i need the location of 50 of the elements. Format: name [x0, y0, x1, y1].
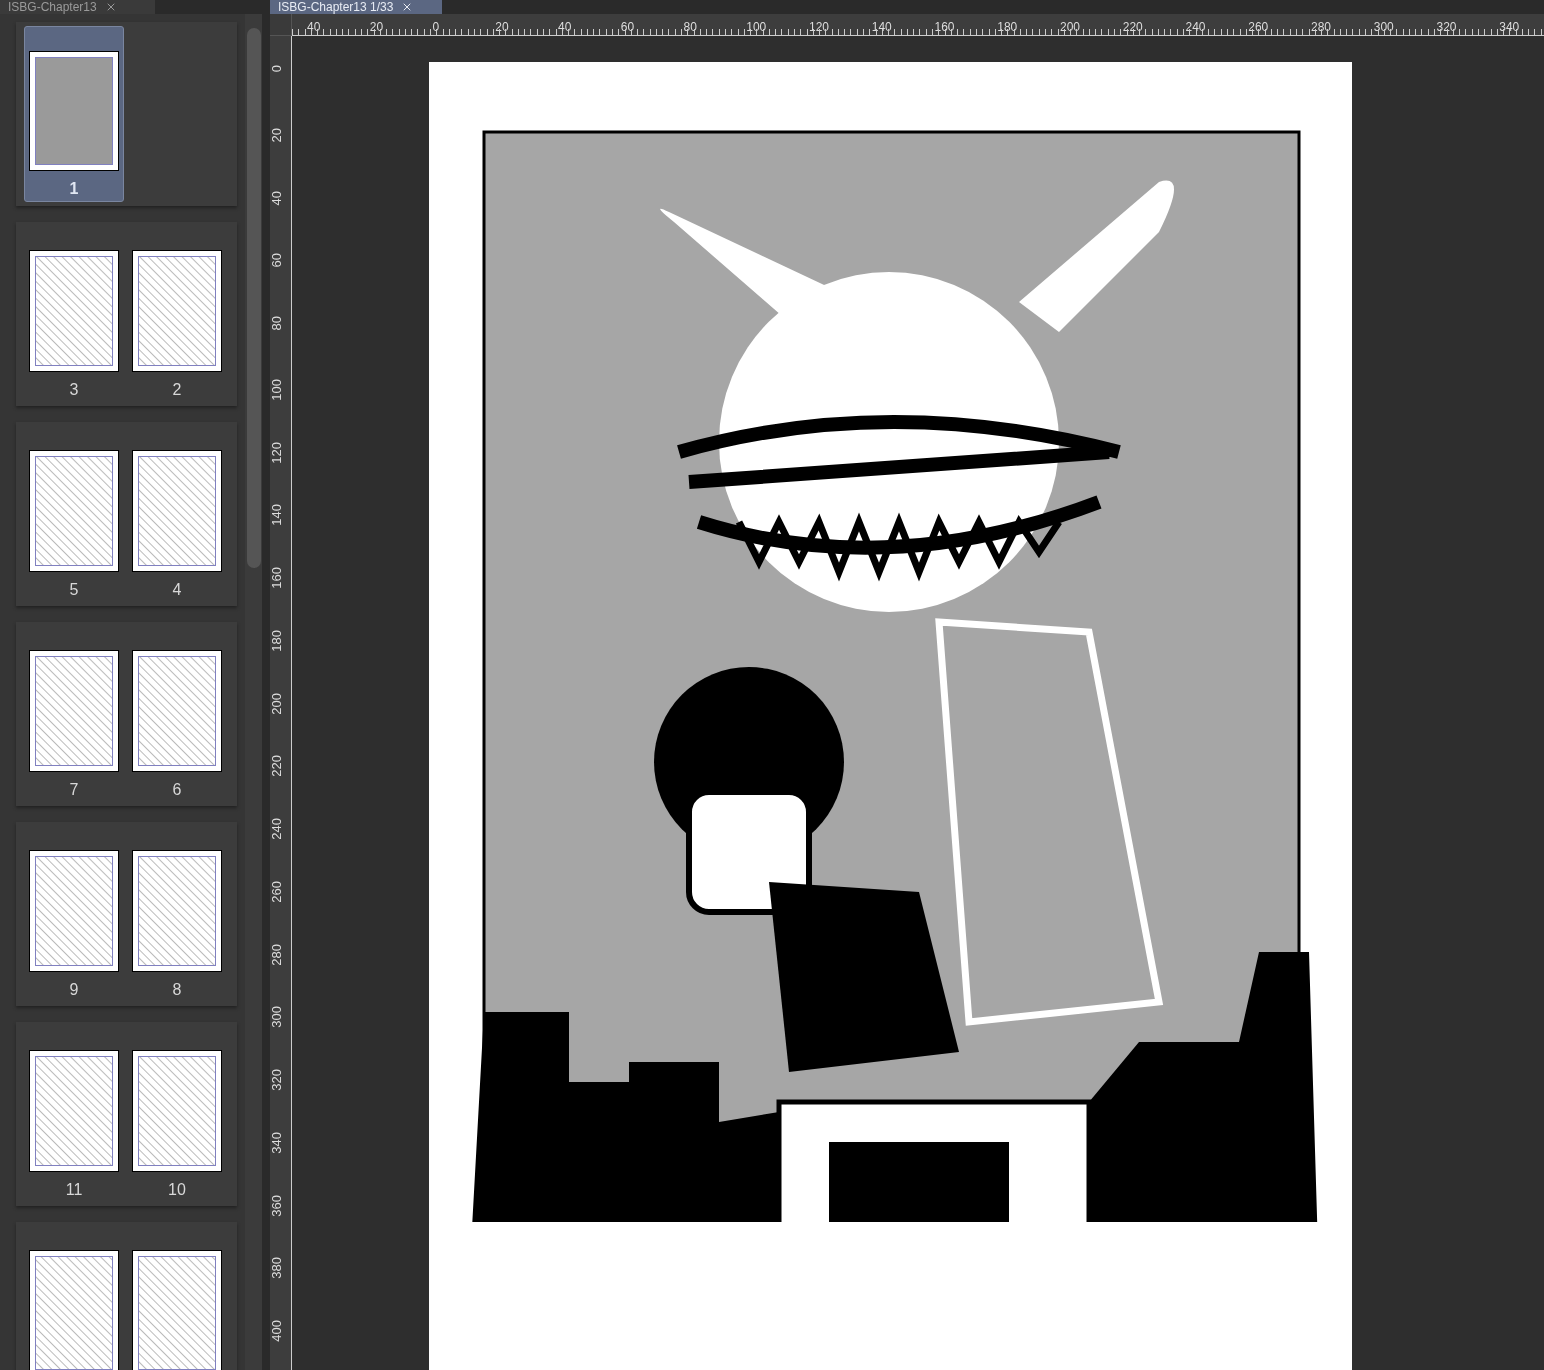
ruler-label: 80 — [270, 316, 283, 331]
ruler-label: 140 — [270, 504, 283, 526]
ruler-label: 100 — [270, 378, 283, 401]
page-number: 10 — [168, 1180, 186, 1200]
scrollbar[interactable] — [245, 14, 262, 1370]
ruler-label: 220 — [270, 755, 283, 777]
ruler-label: 360 — [270, 1194, 283, 1217]
ruler-label: 300 — [270, 1006, 283, 1028]
ruler-label: 40 — [270, 190, 283, 205]
ruler-label: 80 — [683, 20, 697, 34]
document-tab[interactable]: ISBG-Chapter13 — [0, 0, 155, 14]
page-thumbnail-card[interactable]: 7 — [24, 626, 124, 802]
page-number: 1 — [69, 179, 79, 199]
ruler-label: 140 — [871, 20, 892, 34]
page-number: 5 — [69, 580, 79, 600]
page-thumbnail-card[interactable]: 11 — [24, 1026, 124, 1202]
page-number: 9 — [69, 980, 79, 1000]
page-number: 11 — [65, 1180, 83, 1200]
page-thumbnail-card[interactable]: 10 — [127, 1026, 227, 1202]
page-thumbnail-card[interactable]: 5 — [24, 426, 124, 602]
page-thumbnail-card[interactable]: 6 — [127, 626, 227, 802]
ruler-label: 280 — [270, 943, 283, 966]
ruler-label: 200 — [270, 692, 283, 715]
ruler-label: 260 — [270, 880, 283, 903]
page-thumbnail-card[interactable]: 3 — [24, 226, 124, 402]
page-number: 8 — [172, 980, 182, 1000]
page-thumbnail-card[interactable]: 4 — [127, 426, 227, 602]
page-thumbnail-card[interactable]: 2 — [127, 226, 227, 402]
page-number: 4 — [172, 580, 182, 600]
ruler-label: 400 — [270, 1320, 283, 1342]
page-number: 7 — [69, 780, 79, 800]
page-number: 6 — [172, 780, 182, 800]
ruler-label: 120 — [270, 441, 283, 464]
ruler-label: 160 — [270, 567, 283, 589]
ruler-label: 240 — [270, 818, 283, 840]
page-number: 2 — [172, 380, 182, 400]
ruler-label: 340 — [270, 1131, 283, 1154]
page-thumbnail-card[interactable]: 8 — [127, 826, 227, 1002]
document-tab[interactable]: ISBG-Chapter13 1/33 — [270, 0, 442, 14]
page-thumbnail-card[interactable]: 1 — [24, 26, 124, 202]
ruler-label: 320 — [270, 1069, 283, 1091]
ruler-label: 340 — [1499, 20, 1520, 34]
ruler-label: 180 — [270, 629, 283, 652]
ruler-label: 280 — [1311, 20, 1332, 34]
ruler-label: 380 — [270, 1257, 283, 1279]
ruler-label: 60 — [270, 253, 283, 268]
page-thumbnail-card[interactable]: 9 — [24, 826, 124, 1002]
ruler-label: 20 — [270, 127, 283, 143]
ruler-label: 0 — [270, 65, 283, 73]
page-number: 3 — [69, 380, 79, 400]
